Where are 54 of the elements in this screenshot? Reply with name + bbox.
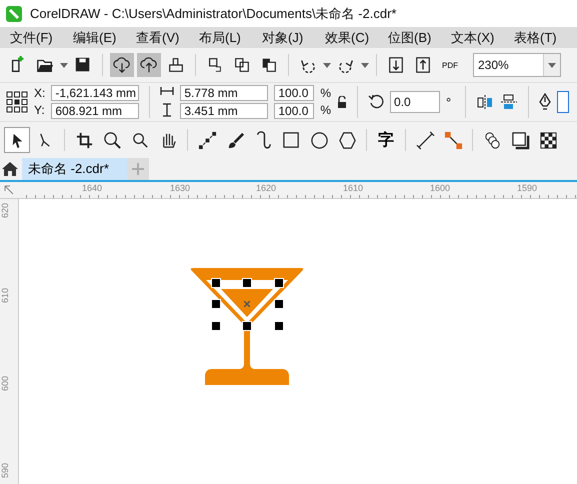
menu-item[interactable]: 查看(V) [136,28,199,46]
selection-handle[interactable] [211,321,221,331]
menu-item[interactable]: 布局(L) [199,28,262,46]
selection-handle[interactable] [274,278,284,288]
menu-item[interactable]: 文本(X) [451,28,514,46]
height-icon [163,103,172,117]
x-label: X: [34,86,46,101]
outline-width-field[interactable] [557,91,570,113]
scale-x-field[interactable]: 100.0 [274,85,314,101]
percent-label: % [320,86,332,101]
vertical-ruler: 620 610 600 590 [0,199,19,484]
mirror-horizontal-icon[interactable] [476,94,494,110]
window-title: CorelDRAW - C:\Users\Administrator\Documents\未命名 -2.cdr* [30,4,396,22]
selection-handle[interactable] [211,278,221,288]
caret-icon[interactable] [361,62,369,68]
menu-item[interactable]: 编辑(E) [73,28,136,46]
y-position-field[interactable]: 608.921 mm [51,103,140,119]
menu-item[interactable]: 文件(F) [10,28,73,46]
lock-icon[interactable] [337,96,348,108]
width-icon [160,87,174,95]
selection-handle[interactable] [242,278,252,288]
document-tab[interactable]: 未命名 -2.cdr* [22,158,127,180]
menu-item[interactable]: 对象(J) [262,28,325,46]
caret-icon[interactable] [323,62,331,68]
height-field[interactable]: 3.451 mm [180,103,268,119]
pen-nib-icon [539,93,552,111]
x-position-field[interactable]: -1,621.143 mm [51,85,140,101]
degree-label: ° [446,94,452,110]
download-icon[interactable] [110,53,134,77]
selection-handle[interactable] [242,321,252,331]
percent-label: % [320,103,332,118]
upload-icon[interactable] [137,53,161,77]
zoom-dropdown[interactable]: 230% [473,53,561,77]
home-icon[interactable] [2,161,18,177]
y-label: Y: [34,103,46,118]
menu-item[interactable]: 效果(C) [325,28,388,46]
plus-icon [132,163,144,175]
selection-handle[interactable] [274,321,284,331]
menu-item[interactable]: 位图(B) [388,28,451,46]
selection-handle[interactable] [274,299,284,309]
caret-icon [548,62,556,68]
ruler-origin-icon [4,185,14,195]
menu-item[interactable]: 表格(T) [514,28,577,46]
app-logo-icon [6,6,22,22]
center-mark-icon [244,301,250,307]
reference-point-icon [6,91,28,113]
rotate-icon [368,94,384,110]
selection-handle[interactable] [211,299,221,309]
caret-icon[interactable] [60,62,68,68]
scale-y-field[interactable]: 100.0 [274,103,314,119]
width-field[interactable]: 5.778 mm [180,85,268,101]
mirror-vertical-icon[interactable] [500,93,518,111]
rotation-field[interactable]: 0.0 [390,91,440,113]
pick-tool-icon[interactable] [4,127,30,153]
